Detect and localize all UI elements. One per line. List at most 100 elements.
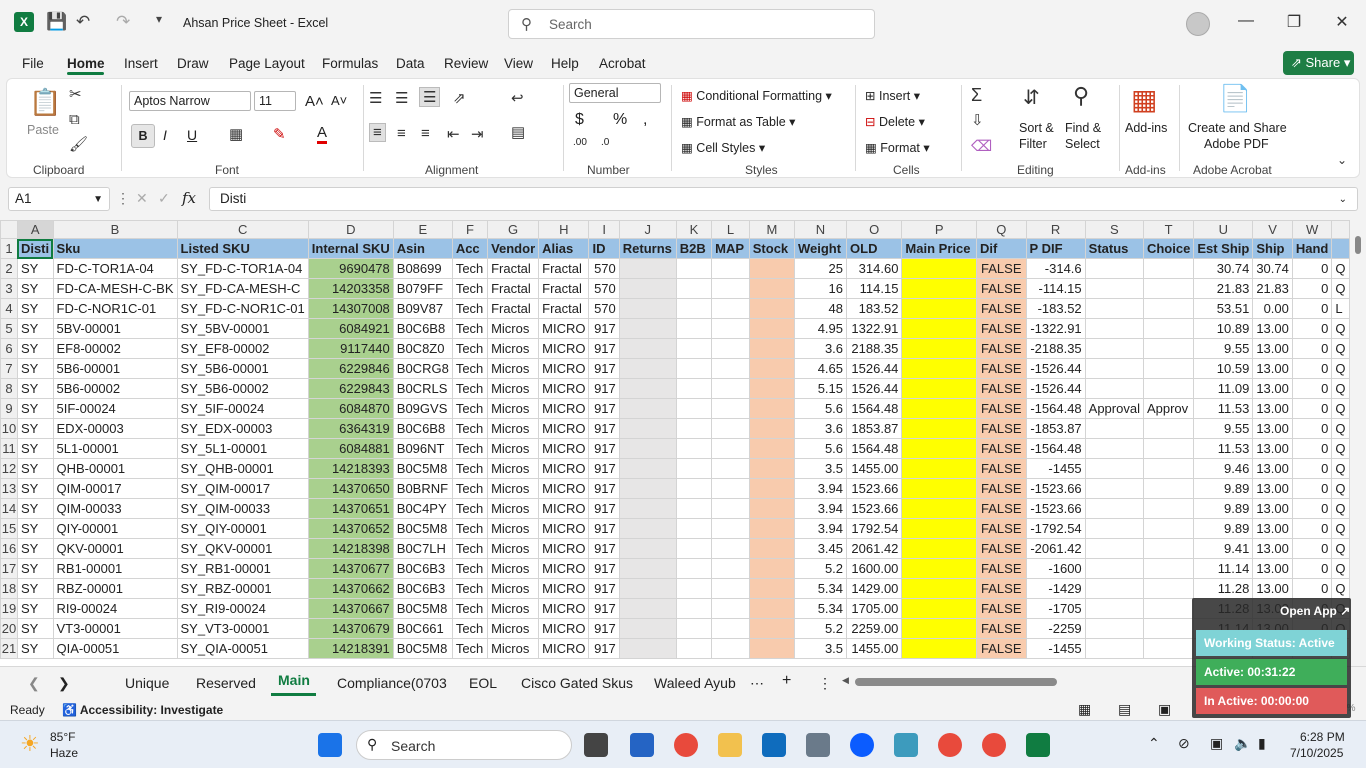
cell[interactable]: 5.34	[793, 598, 848, 619]
cell[interactable]: Q	[1331, 558, 1350, 579]
cell[interactable]: Q	[1331, 338, 1350, 359]
cell[interactable]: 16	[793, 278, 848, 299]
cell[interactable]	[1084, 278, 1144, 299]
cell[interactable]: 5B6-00002	[52, 378, 178, 399]
cell[interactable]: 13.00	[1252, 478, 1293, 499]
cell[interactable]: SY	[16, 438, 54, 459]
cell[interactable]: SY_5B6-00002	[176, 378, 309, 399]
cell[interactable]: SY	[16, 358, 54, 379]
cell[interactable]: QIY-00001	[52, 518, 178, 539]
cell[interactable]: Micros	[487, 418, 540, 439]
header-cell[interactable]: Listed SKU	[176, 238, 309, 259]
chrome-icon[interactable]	[674, 733, 698, 757]
cell[interactable]	[618, 598, 677, 619]
column-header[interactable]: C	[176, 220, 309, 239]
cell[interactable]	[748, 458, 795, 479]
cell[interactable]: 4.65	[793, 358, 848, 379]
row-header[interactable]: 21	[0, 638, 18, 659]
cell[interactable]	[711, 318, 750, 339]
cell[interactable]: SY_FD-C-TOR1A-04	[176, 258, 309, 279]
cell[interactable]: SY_5BV-00001	[176, 318, 309, 339]
undo-icon[interactable]: ↶	[76, 12, 90, 32]
cell[interactable]: FD-CA-MESH-C-BK	[52, 278, 178, 299]
cell[interactable]	[748, 258, 795, 279]
cell[interactable]: MICRO	[538, 338, 590, 359]
cell[interactable]: 5.15	[793, 378, 848, 399]
cell[interactable]: FALSE	[976, 398, 1027, 419]
column-header[interactable]: G	[487, 220, 540, 239]
cell[interactable]: SY_EF8-00002	[176, 338, 309, 359]
header-cell[interactable]: Main Price	[901, 238, 977, 259]
cell[interactable]	[675, 478, 713, 499]
format-as-table-button[interactable]: ▦ Format as Table ▾	[681, 114, 795, 129]
cell[interactable]: 6229846	[307, 358, 394, 379]
cell[interactable]	[675, 398, 713, 419]
cell[interactable]: 14370651	[307, 498, 394, 519]
cell[interactable]	[901, 578, 977, 599]
paste-label[interactable]: Paste	[27, 123, 59, 137]
cell[interactable]	[1084, 478, 1144, 499]
cell[interactable]: 1564.48	[846, 438, 903, 459]
cell[interactable]: B0CRG8	[392, 358, 453, 379]
cell[interactable]: -1455	[1025, 458, 1086, 479]
cell[interactable]: 917	[588, 558, 620, 579]
cell[interactable]: 917	[588, 338, 620, 359]
cell[interactable]: Fractal	[487, 258, 540, 279]
cell[interactable]: Micros	[487, 638, 540, 659]
cell[interactable]: Q	[1331, 278, 1350, 299]
cell[interactable]: 0	[1291, 358, 1333, 379]
cell[interactable]	[901, 318, 977, 339]
cell[interactable]	[618, 418, 677, 439]
cell[interactable]: 9690478	[307, 258, 394, 279]
cell[interactable]: 30.74	[1193, 258, 1254, 279]
header-cell[interactable]: Alias	[538, 238, 590, 259]
cell[interactable]: 13.00	[1252, 358, 1293, 379]
cell[interactable]: FALSE	[976, 318, 1027, 339]
cell[interactable]: 0	[1291, 278, 1333, 299]
add-sheet-icon[interactable]: +	[782, 672, 791, 690]
cell[interactable]: 4.95	[793, 318, 848, 339]
cell[interactable]	[675, 358, 713, 379]
format-painter-icon[interactable]: 🖌	[69, 135, 88, 153]
cell[interactable]: VT3-00001	[52, 618, 178, 639]
cell[interactable]: Tech	[451, 538, 489, 559]
cell[interactable]: Q	[1331, 498, 1350, 519]
cell[interactable]: Micros	[487, 458, 540, 479]
cell[interactable]: 917	[588, 498, 620, 519]
cell[interactable]	[711, 458, 750, 479]
cell[interactable]: 3.6	[793, 418, 848, 439]
cell[interactable]	[675, 438, 713, 459]
cell[interactable]	[618, 558, 677, 579]
header-cell[interactable]: Hand	[1291, 238, 1333, 259]
cell[interactable]: 1455.00	[846, 638, 903, 659]
autosum-icon[interactable]: Σ	[971, 85, 982, 106]
cell[interactable]: FALSE	[976, 338, 1027, 359]
cell[interactable]	[748, 438, 795, 459]
cell[interactable]	[1084, 258, 1144, 279]
column-header[interactable]: V	[1252, 220, 1293, 239]
cell[interactable]: 5.2	[793, 558, 848, 579]
cell[interactable]: Fractal	[487, 278, 540, 299]
column-header[interactable]: W	[1291, 220, 1333, 239]
customize-qat-icon[interactable]: ▾	[156, 12, 162, 26]
cell[interactable]: B079FF	[392, 278, 453, 299]
cell[interactable]: QIM-00033	[52, 498, 178, 519]
cell[interactable]: SY	[16, 258, 54, 279]
cell[interactable]: SY_EDX-00003	[176, 418, 309, 439]
cell[interactable]: 5B6-00001	[52, 358, 178, 379]
column-header[interactable]: F	[451, 220, 489, 239]
cell[interactable]	[675, 338, 713, 359]
cell[interactable]: 5BV-00001	[52, 318, 178, 339]
cell[interactable]: SY_QKV-00001	[176, 538, 309, 559]
fill-icon[interactable]: ⇩	[971, 111, 984, 129]
cell[interactable]: 13.00	[1252, 398, 1293, 419]
cell[interactable]	[748, 498, 795, 519]
task-view-icon[interactable]	[584, 733, 608, 757]
cell[interactable]: Micros	[487, 318, 540, 339]
cell[interactable]	[1084, 318, 1144, 339]
horizontal-scrollbar[interactable]	[855, 678, 1057, 686]
cell[interactable]: Tech	[451, 518, 489, 539]
tab-file[interactable]: File	[22, 56, 44, 71]
cell[interactable]: FALSE	[976, 638, 1027, 659]
decrease-decimal-icon[interactable]: .0	[601, 137, 609, 148]
